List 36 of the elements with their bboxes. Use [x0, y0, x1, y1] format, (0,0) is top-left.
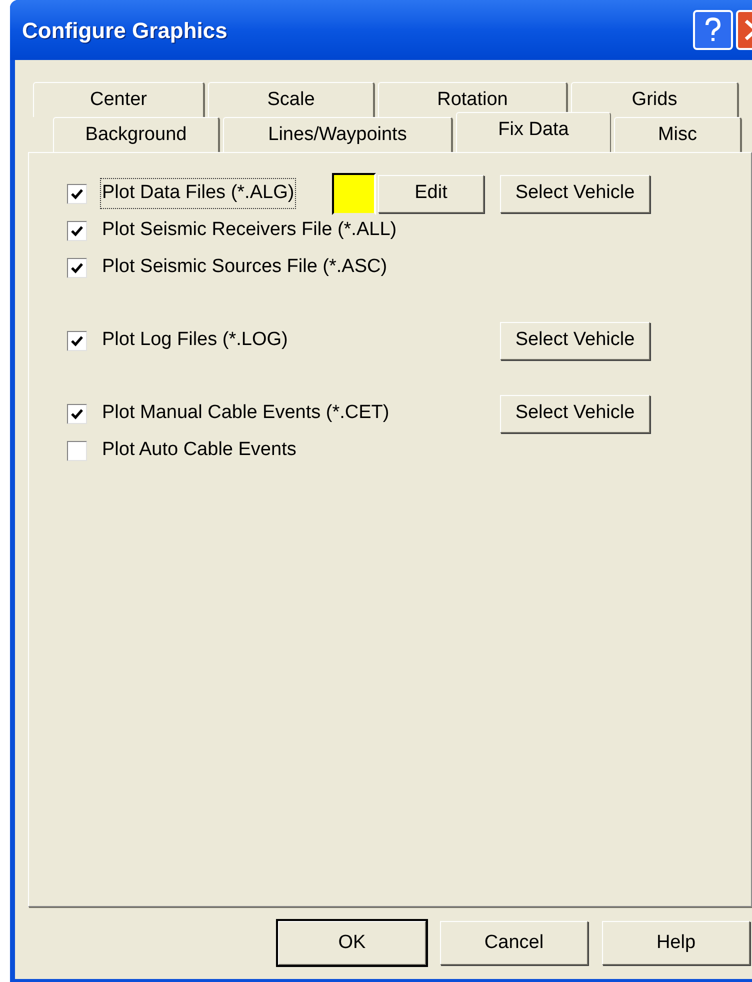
- tab[interactable]: Center: [33, 82, 205, 117]
- tab[interactable]: Rotation: [378, 82, 568, 117]
- checkbox[interactable]: [67, 258, 87, 278]
- checkbox-label[interactable]: Plot Manual Cable Events (*.CET): [101, 399, 390, 428]
- dialog-button[interactable]: OK: [278, 921, 426, 965]
- checkbox-label[interactable]: Plot Data Files (*.ALG): [101, 179, 296, 208]
- check-icon: [70, 260, 84, 274]
- checkbox[interactable]: [67, 440, 87, 460]
- tab[interactable]: Scale: [208, 82, 375, 117]
- tab[interactable]: Background: [53, 117, 220, 152]
- check-icon: [70, 334, 84, 348]
- checkbox[interactable]: [67, 184, 87, 204]
- tab[interactable]: Fix Data: [456, 112, 611, 152]
- window-title: Configure Graphics: [22, 16, 228, 45]
- checkbox[interactable]: [67, 330, 87, 350]
- help-icon: [704, 17, 722, 43]
- tab[interactable]: Misc: [614, 117, 742, 152]
- check-icon: [70, 224, 84, 238]
- color-swatch[interactable]: [332, 172, 376, 214]
- tab[interactable]: Lines/Waypoints: [223, 117, 453, 152]
- checkbox-label[interactable]: Plot Seismic Sources File (*.ASC): [101, 253, 388, 282]
- checkbox[interactable]: [67, 220, 87, 240]
- tab[interactable]: Grids: [571, 82, 739, 117]
- checkbox-label[interactable]: Plot Seismic Receivers File (*.ALL): [101, 216, 398, 245]
- dialog-button[interactable]: Cancel: [440, 921, 588, 965]
- select-vehicle-button[interactable]: Select Vehicle: [500, 322, 650, 360]
- checkbox[interactable]: [67, 404, 87, 424]
- select-vehicle-button[interactable]: Select Vehicle: [500, 174, 650, 212]
- dialog-button[interactable]: Help: [602, 921, 750, 965]
- checkbox-label[interactable]: Plot Auto Cable Events: [101, 436, 298, 465]
- check-icon: [70, 406, 84, 420]
- edit-button[interactable]: Edit: [378, 174, 484, 212]
- select-vehicle-button[interactable]: Select Vehicle: [500, 394, 650, 432]
- check-icon: [70, 186, 84, 200]
- checkbox-label[interactable]: Plot Log Files (*.LOG): [101, 326, 289, 355]
- help-button[interactable]: [693, 10, 733, 50]
